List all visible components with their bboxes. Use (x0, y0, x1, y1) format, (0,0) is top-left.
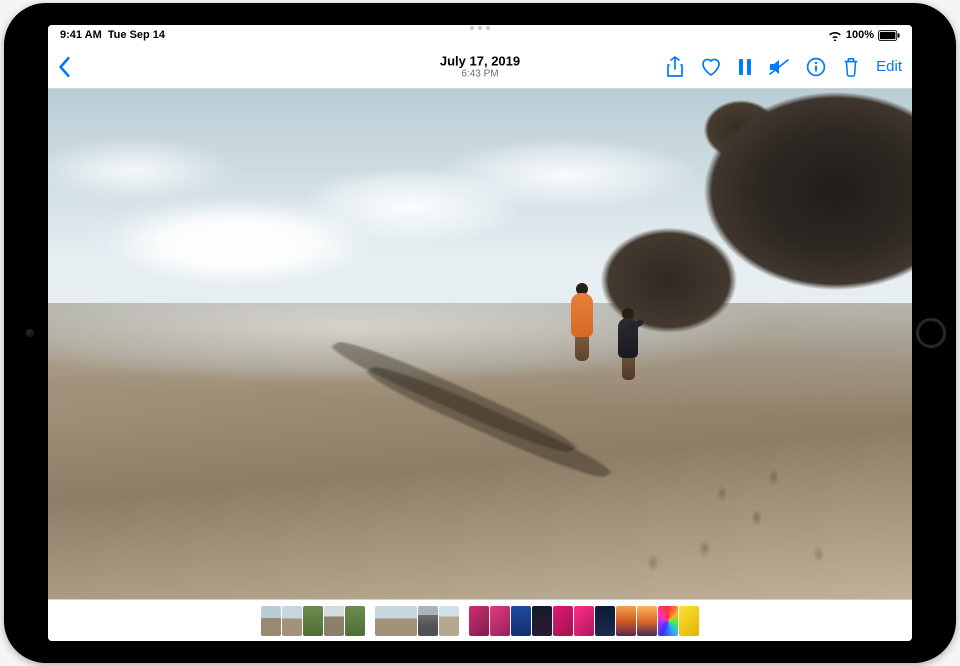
nav-title-group: July 17, 2019 6:43 PM (440, 54, 520, 79)
speaker-mute-icon (768, 58, 790, 76)
thumbnail[interactable] (658, 606, 678, 636)
photo-content (48, 89, 912, 599)
thumbnail[interactable] (439, 606, 459, 636)
thumbnail-strip[interactable] (48, 599, 912, 641)
info-icon (806, 57, 826, 77)
thumbnail[interactable] (418, 606, 438, 636)
home-button[interactable] (916, 318, 946, 348)
wifi-icon (828, 30, 842, 41)
ipad-frame: 9:41 AM Tue Sep 14 100% July 1 (4, 3, 956, 663)
device-camera (26, 329, 34, 337)
thumbnail[interactable] (595, 606, 615, 636)
thumbnail[interactable] (261, 606, 281, 636)
thumbnail[interactable] (532, 606, 552, 636)
edit-button[interactable]: Edit (876, 58, 902, 75)
pause-icon (738, 58, 752, 76)
photo-viewer[interactable] (48, 89, 912, 599)
screen: 9:41 AM Tue Sep 14 100% July 1 (48, 25, 912, 641)
share-icon (666, 56, 684, 78)
heart-icon (700, 57, 722, 77)
photo-time: 6:43 PM (440, 68, 520, 79)
chevron-left-icon (58, 56, 72, 78)
share-button[interactable] (666, 56, 684, 78)
thumbnail[interactable] (637, 606, 657, 636)
figure-child-dark (618, 308, 638, 380)
thumb-group (375, 606, 459, 636)
thumbnail-current[interactable] (375, 606, 417, 636)
photo-date: July 17, 2019 (440, 54, 520, 68)
thumbnail[interactable] (282, 606, 302, 636)
thumbnail[interactable] (469, 606, 489, 636)
back-button[interactable] (58, 56, 72, 78)
trash-icon (842, 57, 860, 77)
thumb-group (261, 606, 365, 636)
thumbnail[interactable] (679, 606, 699, 636)
mute-button[interactable] (768, 58, 790, 76)
battery-percentage: 100% (846, 29, 874, 41)
info-button[interactable] (806, 57, 826, 77)
thumbnail[interactable] (324, 606, 344, 636)
multitasking-grabber-icon[interactable] (470, 26, 490, 30)
battery-icon (878, 30, 900, 41)
thumbnail[interactable] (345, 606, 365, 636)
thumbnail[interactable] (574, 606, 594, 636)
figure-child-orange (571, 283, 593, 361)
status-date: Tue Sep 14 (108, 29, 165, 41)
thumbnail[interactable] (616, 606, 636, 636)
status-time: 9:41 AM (60, 29, 102, 41)
pause-button[interactable] (738, 58, 752, 76)
delete-button[interactable] (842, 57, 860, 77)
thumb-group (469, 606, 699, 636)
thumbnail[interactable] (303, 606, 323, 636)
thumbnail[interactable] (511, 606, 531, 636)
thumbnail[interactable] (553, 606, 573, 636)
favorite-button[interactable] (700, 57, 722, 77)
nav-bar: July 17, 2019 6:43 PM (48, 45, 912, 89)
thumbnail[interactable] (490, 606, 510, 636)
